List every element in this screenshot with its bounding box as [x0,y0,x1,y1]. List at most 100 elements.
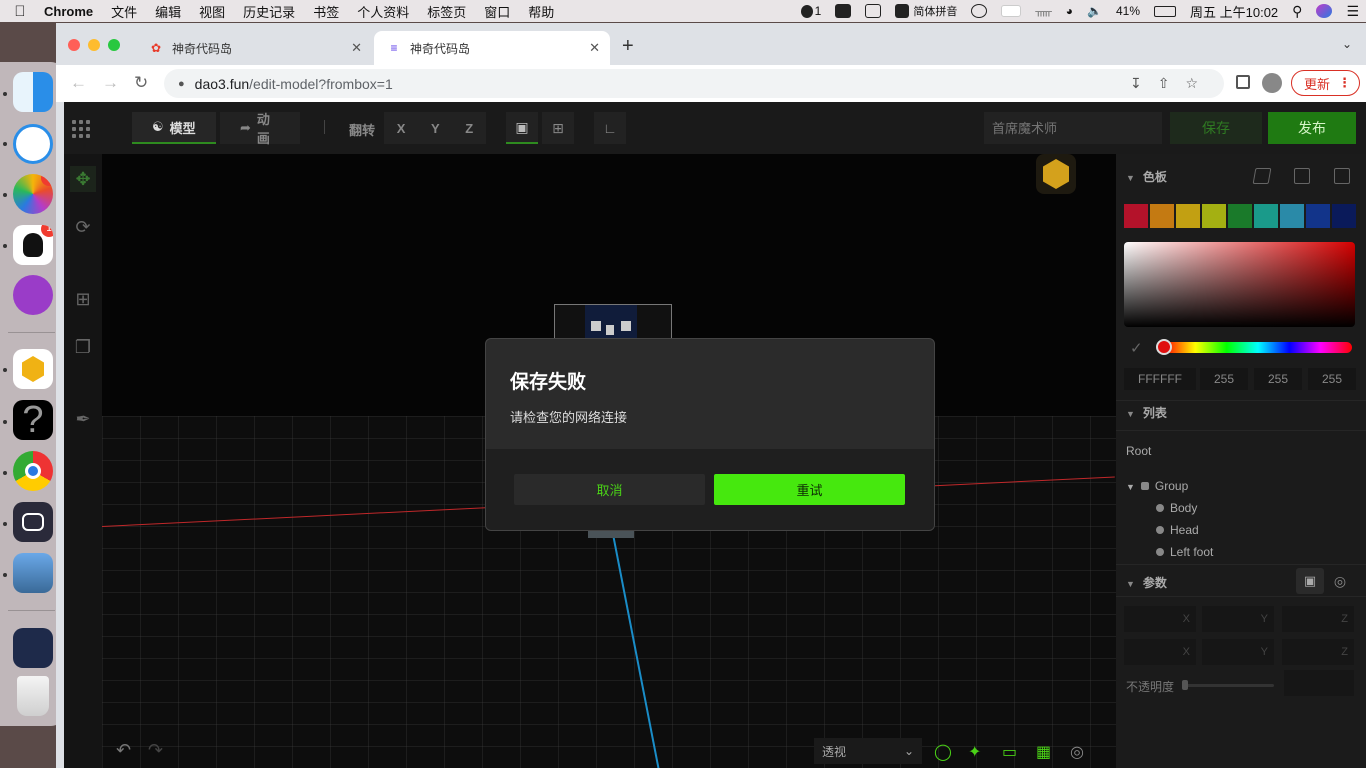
status-shield-icon[interactable] [858,4,888,18]
reload-icon[interactable]: ↻ [134,73,148,93]
back-arrow-icon[interactable]: ← [70,73,87,93]
color-swatch[interactable] [1254,204,1278,228]
color-swatch[interactable] [1150,204,1174,228]
battery-label[interactable]: 41% [1109,4,1147,18]
hex-input[interactable]: FFFFFF [1124,368,1196,390]
tab-dao3-2[interactable]: ≡ 神奇代码岛 ✕ [374,31,610,65]
cancel-button[interactable]: 取消 [514,474,705,505]
undo-icon[interactable]: ↶ [116,740,131,761]
params-section-header[interactable]: ▼ 参数 [1126,574,1167,591]
trash-icon[interactable] [17,676,49,716]
volume-icon[interactable]: 🔈 [1080,4,1109,18]
robot-app-icon[interactable] [13,502,53,542]
flip-x-button[interactable]: X [397,121,406,136]
status-notification-icon[interactable]: 1 [794,4,829,18]
opacity-input[interactable] [1284,670,1354,696]
eyedropper-icon[interactable]: ✓ [1130,339,1143,357]
screenshot-thumbnail-icon[interactable] [13,628,53,668]
rotation-y-input[interactable]: Y [1202,639,1274,665]
spotlight-search-icon[interactable]: ⚲ [1285,3,1309,20]
folder-add-icon[interactable] [1294,168,1310,184]
position-y-input[interactable]: Y [1202,606,1274,632]
color-swatch[interactable] [1280,204,1304,228]
menu-edit[interactable]: 编辑 [146,2,190,21]
tree-item-left-foot[interactable]: Left foot [1156,545,1213,559]
battery-icon[interactable] [1147,5,1183,17]
profile-avatar-icon[interactable] [1262,73,1282,93]
menu-bookmarks[interactable]: 书签 [304,2,348,21]
wifi-icon[interactable]: ◕ [1059,4,1080,18]
podcasts-icon[interactable] [13,275,53,315]
help-icon[interactable]: ? [13,400,53,440]
position-x-input[interactable]: X [1124,606,1196,632]
color-swatch[interactable] [1306,204,1330,228]
green-input[interactable]: 255 [1254,368,1302,390]
tab-dao3-1[interactable]: ✿ 神奇代码岛 ✕ [136,31,372,65]
apple-icon[interactable]:  [0,3,40,20]
animation-mode-tab[interactable]: ➦ 动画 [220,112,300,146]
menu-window[interactable]: 窗口 [475,2,519,21]
palette-section-header[interactable]: ▼ 色板 [1126,168,1167,185]
time-machine-icon[interactable] [964,4,994,18]
flip-y-button[interactable]: Y [431,121,440,136]
delete-icon[interactable] [1334,168,1350,184]
hue-slider-handle[interactable] [1156,339,1172,355]
menu-help[interactable]: 帮助 [519,2,563,21]
eraser-icon[interactable] [1252,168,1272,184]
menu-tabs[interactable]: 标签页 [418,2,475,21]
target-icon[interactable]: ◎ [1070,742,1088,761]
share-icon[interactable]: ⇧ [1158,75,1170,92]
opacity-slider[interactable] [1182,684,1274,687]
color-swatch[interactable] [1124,204,1148,228]
add-cube-icon[interactable]: ⊞ [70,286,96,312]
zoom-window-button[interactable] [108,39,120,51]
install-app-icon[interactable]: ↧ [1130,75,1142,92]
projection-select[interactable]: 透视 ⌄ [814,738,922,764]
tree-item-body[interactable]: Body [1156,501,1197,515]
cube-outline-icon[interactable]: ▭ [1002,742,1020,761]
apps-grid-icon[interactable] [72,120,90,138]
new-tab-button[interactable]: + [622,35,634,58]
rotate-tool-icon[interactable]: ⟳ [70,214,96,240]
redo-icon[interactable]: ↷ [148,740,163,761]
rotation-z-input[interactable]: Z [1282,639,1354,665]
list-section-header[interactable]: ▼ 列表 [1126,404,1167,421]
color-swatch[interactable] [1176,204,1200,228]
tree-item-head[interactable]: Head [1156,523,1199,537]
color-swatch[interactable] [1332,204,1356,228]
preview-icon[interactable] [13,553,53,593]
status-app-icon[interactable] [828,4,858,18]
tree-root[interactable]: Root [1126,444,1151,458]
photos-icon[interactable]: 1 [13,174,53,214]
menu-history[interactable]: 历史记录 [234,2,304,21]
tree-group[interactable]: ▼ Group [1126,479,1188,493]
opacity-slider-handle[interactable] [1182,680,1188,690]
hue-slider[interactable] [1164,342,1352,353]
finder-icon[interactable] [13,72,53,112]
display-icon[interactable] [994,5,1028,17]
pivot-icon[interactable]: ⊞ [542,112,574,144]
duplicate-icon[interactable]: ❐ [70,334,96,360]
publish-button[interactable]: 发布 [1268,112,1356,144]
retry-button[interactable]: 重试 [714,474,905,505]
local-space-icon[interactable]: ▣ [506,112,538,144]
qq-icon[interactable]: 1 [13,225,53,265]
input-method-icon[interactable]: 简体拼音 [888,3,964,19]
flip-z-button[interactable]: Z [465,121,473,136]
control-center-icon[interactable]: ☰ [1339,3,1366,20]
red-input[interactable]: 255 [1200,368,1248,390]
bluetooth-icon[interactable]: ᚅ [1028,4,1058,18]
view-cube-icon[interactable] [1036,154,1076,194]
menu-file[interactable]: 文件 [102,2,146,21]
tab-search-chevron-icon[interactable]: ⌄ [1342,37,1352,51]
model-name-input[interactable] [984,112,1162,144]
dao3-icon[interactable] [13,349,53,389]
world-coords-globe-icon[interactable]: ◎ [1326,568,1354,594]
forward-arrow-icon[interactable]: → [102,73,119,93]
position-z-input[interactable]: Z [1282,606,1354,632]
address-bar[interactable]: ● dao3.fun/edit-model?frombox=1 [164,69,1224,98]
close-window-button[interactable] [68,39,80,51]
menu-profiles[interactable]: 个人资料 [348,2,418,21]
lock-icon[interactable]: ● [178,78,185,90]
move-tool-icon[interactable]: ✥ [70,166,96,192]
